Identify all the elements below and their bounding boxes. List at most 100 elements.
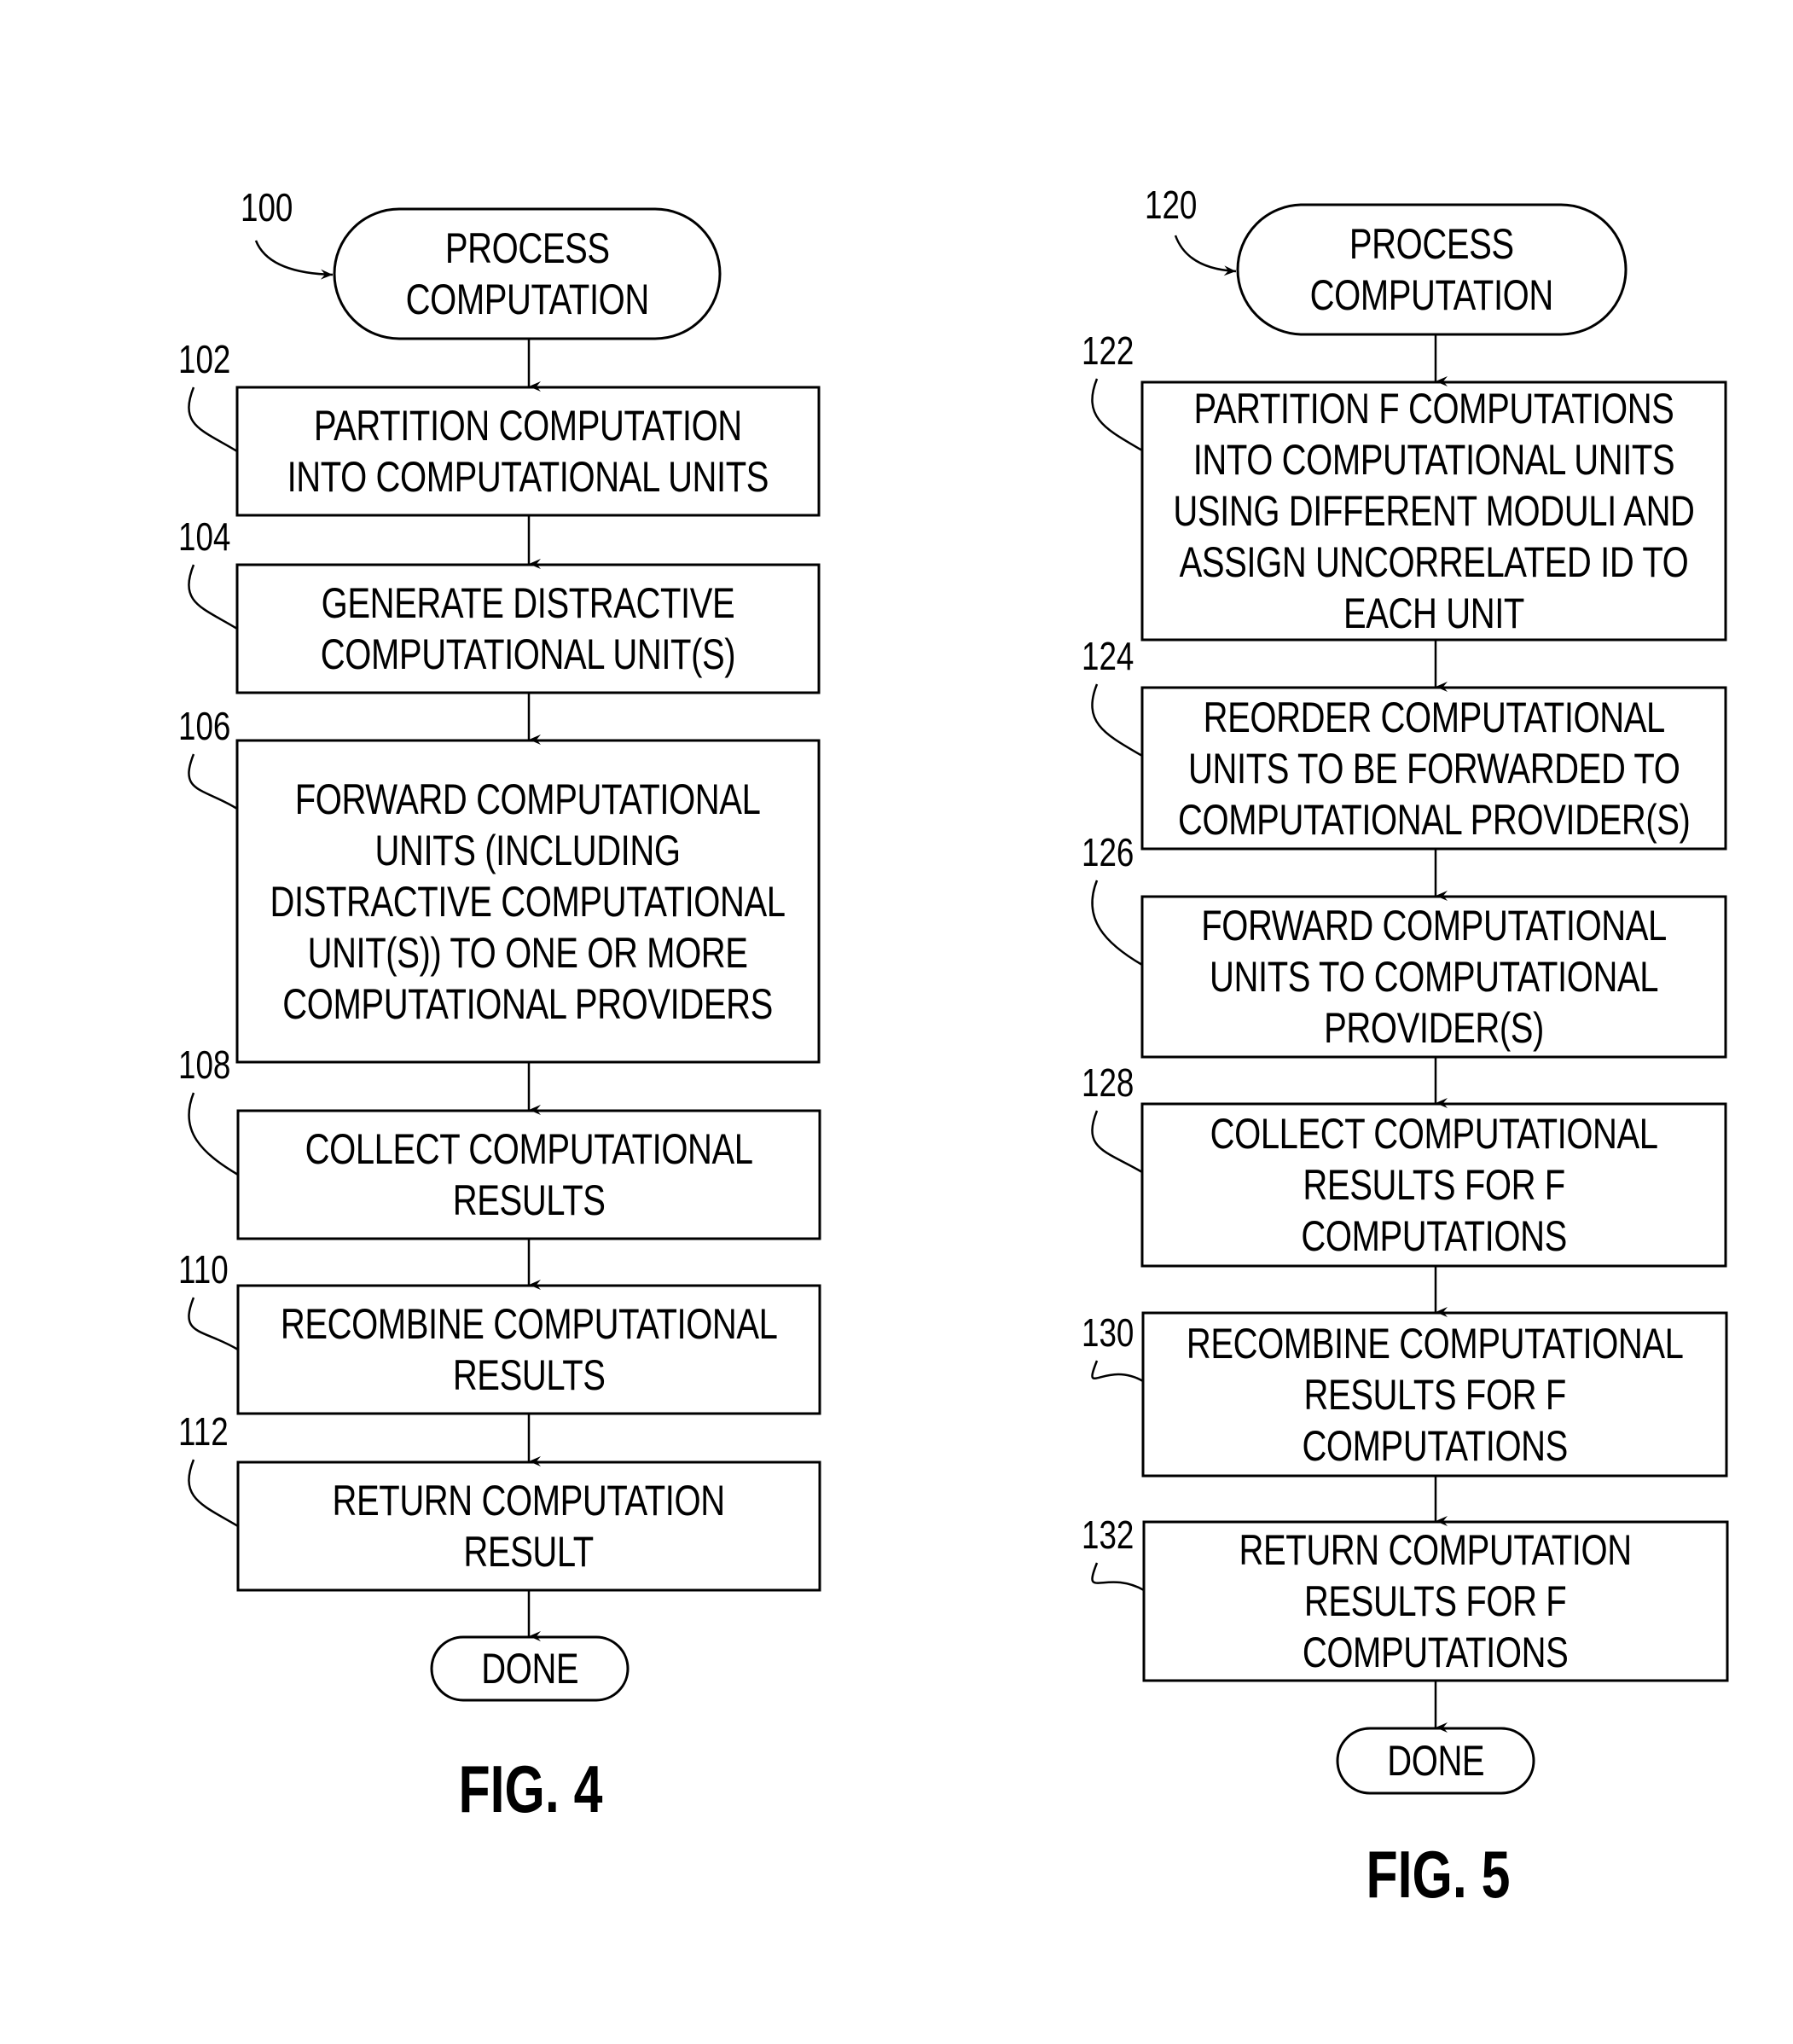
fig-5-step-130-label: RECOMBINE COMPUTATIONAL RESULTS FOR F COMP… bbox=[1187, 1318, 1684, 1472]
fig-5-done-text: DONE bbox=[1337, 1728, 1534, 1793]
fig-5-step-132-text: RETURN COMPUTATION RESULTS FOR F COMPUTATI… bbox=[1144, 1522, 1727, 1681]
fig-4-start-leader-arrow bbox=[254, 240, 334, 280]
fig-4-step-106-label: FORWARD COMPUTATIONAL UNITS (INCLUDING DIS… bbox=[270, 774, 786, 1030]
fig-4-step-104-ref-leader-line bbox=[188, 564, 238, 630]
fig-5-step-130-label-line: COMPUTATIONS bbox=[1302, 1421, 1568, 1470]
fig-4-step-104-label-line: COMPUTATIONAL UNIT(S) bbox=[320, 630, 736, 678]
fig-4-step-106-label-line: UNITS (INCLUDING bbox=[374, 826, 682, 874]
fig-5-start-text: PROCESS COMPUTATION bbox=[1238, 205, 1626, 334]
fig-4-step-110-label: RECOMBINE COMPUTATIONAL RESULTS bbox=[281, 1298, 778, 1401]
fig-5-step-128-label-line: RESULTS FOR F bbox=[1303, 1161, 1565, 1209]
fig-4-step-112-ref-leader-line bbox=[188, 1459, 239, 1528]
fig-4-step-110-text: RECOMBINE COMPUTATIONAL RESULTS bbox=[238, 1286, 820, 1414]
fig-4-start-label-line: COMPUTATION bbox=[405, 276, 649, 323]
fig-5-step-124-ref-leader-line bbox=[1091, 683, 1143, 758]
fig-5-start-label-line: COMPUTATION bbox=[1309, 271, 1554, 319]
fig-4-step-102-label: PARTITION COMPUTATION INTO COMPUTATIONAL … bbox=[287, 400, 769, 502]
fig-4-step-102-label-line: INTO COMPUTATIONAL UNITS bbox=[287, 453, 769, 501]
fig-5-step-132-label-line: COMPUTATIONS bbox=[1303, 1629, 1569, 1676]
fig-4-step-108-label-line: RESULTS bbox=[452, 1176, 606, 1224]
fig-5-step-130-ref-leader-line bbox=[1091, 1360, 1144, 1383]
fig-5-step-126-label-line: UNITS TO COMPUTATIONAL bbox=[1209, 953, 1659, 1001]
fig-4-step-102-ref-numeral: 102 bbox=[178, 337, 231, 381]
fig-4-done-text: DONE bbox=[432, 1637, 628, 1700]
fig-4-step-112-label-line: RETURN COMPUTATION bbox=[332, 1477, 726, 1524]
fig-5-step-128-label-line: COMPUTATIONS bbox=[1301, 1212, 1567, 1260]
fig-4-done-label: DONE bbox=[481, 1643, 578, 1694]
fig-5-start-label: PROCESS COMPUTATION bbox=[1309, 218, 1554, 321]
fig-5-step-122-ref-leader-line bbox=[1091, 378, 1143, 452]
fig-5-step-130-ref-numeral: 130 bbox=[1082, 1310, 1134, 1355]
fig-5-step-122-label-line: PARTITION F COMPUTATIONS bbox=[1193, 385, 1674, 433]
fig-5-step-124-label: REORDER COMPUTATIONAL UNITS TO BE FORWARD… bbox=[1177, 692, 1691, 845]
fig-5-step-130-text: RECOMBINE COMPUTATIONAL RESULTS FOR F COMP… bbox=[1143, 1313, 1726, 1476]
fig-4-start-label: PROCESS COMPUTATION bbox=[405, 223, 649, 325]
fig-5-caption: FIG. 5 bbox=[1366, 1837, 1511, 1912]
fig-4-step-108-ref-leader-line bbox=[188, 1092, 239, 1176]
fig-5-done-label: DONE bbox=[1387, 1735, 1484, 1786]
fig-5-step-124-label-line: COMPUTATIONAL PROVIDER(S) bbox=[1177, 795, 1691, 844]
fig-5-start-label-line: PROCESS bbox=[1349, 220, 1514, 268]
fig-4-step-104-text: GENERATE DISTRACTIVE COMPUTATIONAL UNIT(S… bbox=[237, 565, 819, 693]
fig-5-step-132-label-line: RESULTS FOR F bbox=[1304, 1577, 1567, 1625]
fig-5-step-132-label-line: RETURN COMPUTATION bbox=[1239, 1526, 1633, 1574]
fig-4-step-102-label-line: PARTITION COMPUTATION bbox=[314, 402, 742, 450]
fig-5-step-124-ref-numeral: 124 bbox=[1082, 634, 1134, 678]
fig-5-step-128-label-line: COLLECT COMPUTATIONAL bbox=[1210, 1110, 1658, 1158]
fig-5-step-128-label: COLLECT COMPUTATIONAL RESULTS FOR F COMPUT… bbox=[1210, 1108, 1657, 1262]
fig-5-step-124-label-line: REORDER COMPUTATIONAL bbox=[1203, 693, 1665, 741]
fig-5-step-126-label-line: FORWARD COMPUTATIONAL bbox=[1201, 902, 1667, 949]
fig-4-step-106-text: FORWARD COMPUTATIONAL UNITS (INCLUDING DIS… bbox=[237, 740, 819, 1062]
fig-4-start-ref-numeral: 100 bbox=[241, 185, 293, 229]
fig-5-step-126-ref-numeral: 126 bbox=[1082, 830, 1134, 874]
fig-4-step-110-label-line: RECOMBINE COMPUTATIONAL bbox=[280, 1300, 778, 1348]
fig-5-step-130-label-line: RESULTS FOR F bbox=[1303, 1370, 1566, 1419]
fig-5-step-122-label-line: USING DIFFERENT MODULI AND bbox=[1173, 487, 1695, 535]
fig-4-step-106-label-line: FORWARD COMPUTATIONAL bbox=[295, 775, 761, 823]
fig-4-start-label-line: PROCESS bbox=[444, 224, 610, 272]
fig-4-done-label-line: DONE bbox=[481, 1645, 578, 1693]
fig-5-step-126-label-line: PROVIDER(S) bbox=[1324, 1004, 1544, 1052]
fig-4-step-108-ref-numeral: 108 bbox=[178, 1042, 231, 1087]
fig-4-step-104-label: GENERATE DISTRACTIVE COMPUTATIONAL UNIT(S… bbox=[320, 578, 736, 680]
fig-5-start-ref-numeral: 120 bbox=[1145, 183, 1198, 227]
fig-4-step-108-label: COLLECT COMPUTATIONAL RESULTS bbox=[305, 1124, 752, 1226]
fig-5-step-132-ref-numeral: 132 bbox=[1082, 1513, 1134, 1557]
fig-5-step-126-ref-leader-line bbox=[1091, 880, 1143, 967]
fig-5-step-128-ref-numeral: 128 bbox=[1082, 1060, 1134, 1105]
fig-4-caption: FIG. 4 bbox=[458, 1751, 603, 1826]
fig-5-step-128-ref-leader-line bbox=[1091, 1110, 1143, 1174]
patent-drawing-sheet: PROCESS COMPUTATION 100 PARTITION COMPUTATI… bbox=[0, 0, 1793, 2044]
fig-5-done-label-line: DONE bbox=[1387, 1737, 1484, 1785]
fig-5-start-leader-arrow bbox=[1174, 235, 1237, 276]
fig-4-step-110-ref-leader-line bbox=[188, 1297, 239, 1351]
fig-5-step-126-label: FORWARD COMPUTATIONAL UNITS TO COMPUTATIO… bbox=[1201, 900, 1667, 1054]
fig-5-step-122-ref-numeral: 122 bbox=[1082, 328, 1134, 373]
fig-4-step-106-ref-numeral: 106 bbox=[178, 704, 231, 748]
fig-4-step-102-text: PARTITION COMPUTATION INTO COMPUTATIONAL … bbox=[237, 387, 819, 515]
fig-4-step-106-label-line: UNIT(S)) TO ONE OR MORE bbox=[308, 928, 748, 977]
fig-4-step-104-ref-numeral: 104 bbox=[178, 514, 231, 559]
fig-4-step-104-label-line: GENERATE DISTRACTIVE bbox=[321, 579, 735, 627]
fig-4-step-110-label-line: RESULTS bbox=[452, 1351, 606, 1399]
fig-5-step-122-label-line: EACH UNIT bbox=[1343, 589, 1524, 637]
fig-4-step-112-text: RETURN COMPUTATION RESULT bbox=[238, 1462, 820, 1590]
fig-4-step-106-label-line: DISTRACTIVE COMPUTATIONAL bbox=[270, 877, 786, 926]
fig-5-step-132-ref-leader-line bbox=[1091, 1562, 1145, 1592]
fig-5-step-124-label-line: UNITS TO BE FORWARDED TO bbox=[1187, 744, 1680, 793]
fig-5-step-122-label-line: ASSIGN UNCORRELATED ID TO bbox=[1179, 538, 1689, 586]
fig-4-step-106-label-line: COMPUTATIONAL PROVIDERS bbox=[282, 979, 774, 1028]
fig-5-step-128-text: COLLECT COMPUTATIONAL RESULTS FOR F COMPUT… bbox=[1142, 1104, 1726, 1266]
fig-5-step-124-text: REORDER COMPUTATIONAL UNITS TO BE FORWARD… bbox=[1142, 688, 1726, 849]
fig-5-step-122-label: PARTITION F COMPUTATIONS INTO COMPUTATION… bbox=[1173, 383, 1695, 639]
fig-4-step-112-ref-numeral: 112 bbox=[178, 1409, 229, 1454]
fig-4-step-108-text: COLLECT COMPUTATIONAL RESULTS bbox=[238, 1111, 820, 1239]
fig-5-step-126-text: FORWARD COMPUTATIONAL UNITS TO COMPUTATIO… bbox=[1142, 897, 1726, 1057]
fig-4-step-110-ref-numeral: 110 bbox=[178, 1247, 229, 1292]
fig-5-step-122-label-line: INTO COMPUTATIONAL UNITS bbox=[1192, 436, 1675, 484]
fig-5-step-132-label: RETURN COMPUTATION RESULTS FOR F COMPUTATI… bbox=[1239, 1524, 1633, 1678]
fig-4-step-112-label: RETURN COMPUTATION RESULT bbox=[332, 1475, 726, 1577]
fig-4-step-112-label-line: RESULT bbox=[463, 1528, 595, 1576]
fig-4-step-106-ref-leader-line bbox=[188, 753, 238, 810]
fig-4-step-108-label-line: COLLECT COMPUTATIONAL bbox=[305, 1125, 753, 1173]
